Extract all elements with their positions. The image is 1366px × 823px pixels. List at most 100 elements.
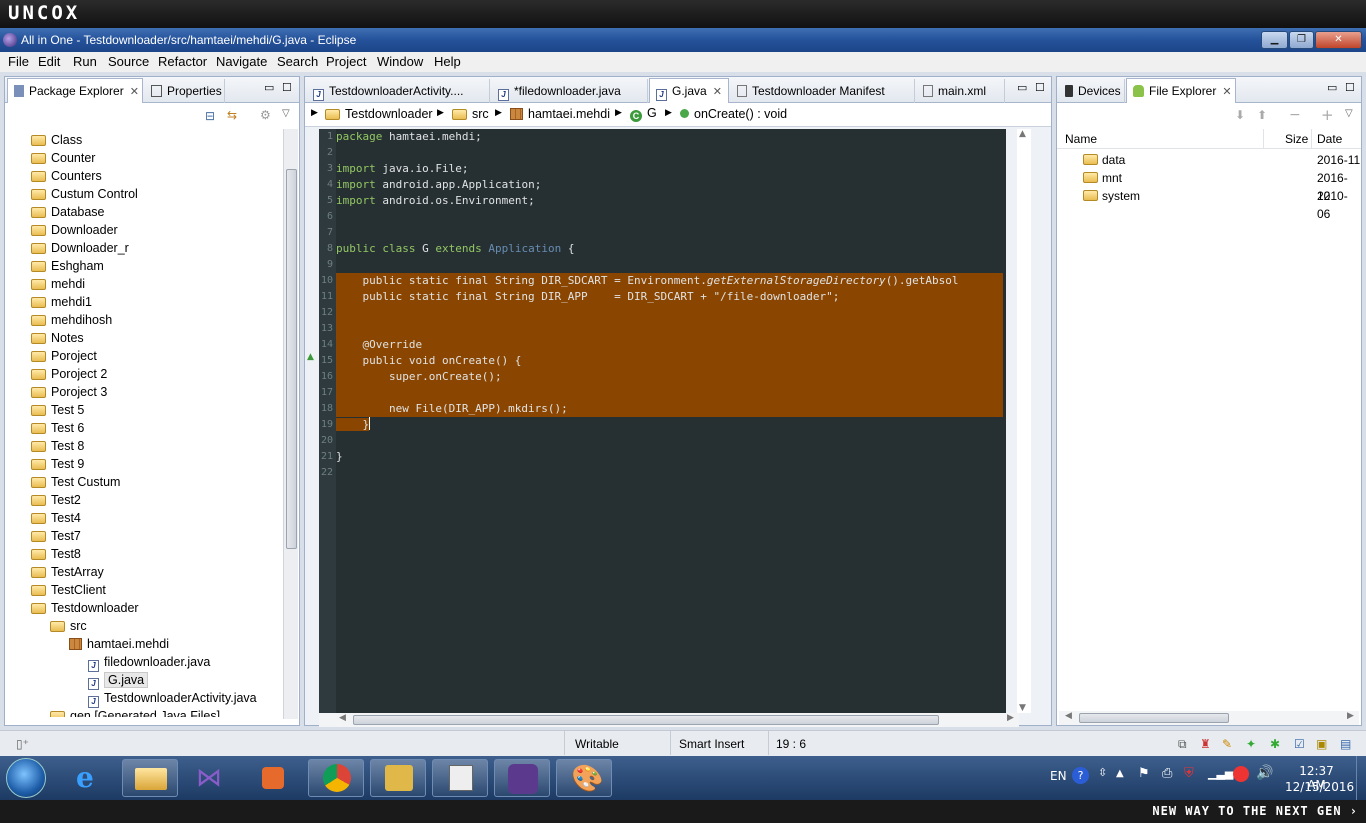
check-icon[interactable]: ☑ <box>1294 737 1305 751</box>
close-icon[interactable]: ✕ <box>713 85 722 98</box>
menu-run[interactable]: Run <box>73 54 97 69</box>
code-line[interactable]: new File(DIR_APP).mkdirs(); <box>336 401 1003 417</box>
volume-icon[interactable]: 🔊 <box>1256 765 1273 781</box>
maximize-button[interactable]: ❐ <box>1289 31 1314 49</box>
code-line[interactable] <box>336 385 1003 401</box>
taskbar-paint[interactable]: 🎨 <box>556 759 612 797</box>
maximize-view-icon[interactable]: ☐ <box>282 81 292 94</box>
tree-item[interactable]: TestArray <box>5 563 281 581</box>
view-menu-icon[interactable]: ⚙ <box>260 108 271 122</box>
scroll-left-icon[interactable]: ◀ <box>1065 711 1072 721</box>
tab-g-java[interactable]: J G.java ✕ <box>649 78 729 103</box>
breadcrumb-src[interactable]: src <box>452 107 489 121</box>
code-line[interactable] <box>336 225 1003 241</box>
tree-item[interactable]: Downloader_r <box>5 239 281 257</box>
minimize-view-icon[interactable]: ▭ <box>1327 81 1337 94</box>
editor-vertical-scrollbar[interactable]: ▲ ▼ <box>1017 129 1031 713</box>
clock-date[interactable]: 12/15/2016 <box>1285 780 1354 794</box>
scroll-thumb[interactable] <box>286 169 297 549</box>
restore-icon[interactable]: ⧉ <box>1178 737 1187 752</box>
android-sdk-icon[interactable]: ✦ <box>1246 737 1256 751</box>
scroll-right-icon[interactable]: ▶ <box>1007 713 1014 723</box>
code-line[interactable]: package hamtaei.mehdi; <box>336 129 1003 145</box>
code-line[interactable]: public static final String DIR_APP = DIR… <box>336 289 1003 305</box>
tree-item[interactable]: Testdownloader <box>5 599 281 617</box>
code-line[interactable] <box>336 433 1003 449</box>
tree-item[interactable]: Test 9 <box>5 455 281 473</box>
left-vertical-scrollbar[interactable] <box>283 129 298 719</box>
column-date[interactable]: Date <box>1317 132 1342 146</box>
taskbar-explorer[interactable] <box>122 759 178 797</box>
show-desktop-button[interactable] <box>1356 756 1366 800</box>
tree-item[interactable]: Test8 <box>5 545 281 563</box>
close-icon[interactable]: ✕ <box>130 85 139 98</box>
tree-item[interactable]: Test2 <box>5 491 281 509</box>
menu-search[interactable]: Search <box>277 54 318 69</box>
scroll-right-icon[interactable]: ▶ <box>1347 711 1354 721</box>
tree-item[interactable]: Poroject <box>5 347 281 365</box>
code-line[interactable]: } <box>336 449 1003 465</box>
tree-item[interactable]: Test 6 <box>5 419 281 437</box>
minimize-view-icon[interactable]: ▭ <box>264 81 274 94</box>
code-line[interactable]: public static final String DIR_SDCART = … <box>336 273 1003 289</box>
tree-item[interactable]: Test4 <box>5 509 281 527</box>
minimize-view-icon[interactable]: ▭ <box>1017 81 1027 94</box>
column-name[interactable]: Name <box>1065 132 1097 146</box>
menu-window[interactable]: Window <box>377 54 423 69</box>
tab-main-xml[interactable]: main.xml <box>917 79 1005 103</box>
menu-source[interactable]: Source <box>108 54 149 69</box>
breadcrumb-method[interactable]: onCreate() : void <box>680 107 787 121</box>
person-icon[interactable]: ♜ <box>1200 737 1211 751</box>
signal-icon[interactable]: ▁▃▅ <box>1208 767 1233 780</box>
menu-file[interactable]: File <box>8 54 29 69</box>
file-row[interactable]: mnt 2016-12 <box>1057 169 1361 203</box>
console-icon[interactable]: ▣ <box>1316 737 1327 751</box>
tree-item[interactable]: J G.java <box>5 671 281 690</box>
taskbar-ie[interactable]: e <box>62 759 118 797</box>
tree-item[interactable]: hamtaei.mehdi <box>5 635 281 653</box>
input-icon[interactable]: ⇳ <box>1098 766 1107 779</box>
file-row[interactable]: data 2016-11 <box>1057 151 1361 169</box>
task-icon[interactable]: ▤ <box>1340 737 1351 751</box>
delete-icon[interactable]: − <box>1289 107 1301 123</box>
tree-item[interactable]: mehdi1 <box>5 293 281 311</box>
bug-icon[interactable]: ✱ <box>1270 737 1280 751</box>
tree-item[interactable]: Poroject 3 <box>5 383 281 401</box>
code-line[interactable]: } <box>336 417 1003 433</box>
tree-item[interactable]: Test Custum <box>5 473 281 491</box>
tab-properties[interactable]: Properties <box>145 79 225 103</box>
tree-item[interactable]: J TestdownloaderActivity.java <box>5 689 281 708</box>
tree-item[interactable]: Notes <box>5 329 281 347</box>
pull-file-icon[interactable]: ⬇ <box>1235 108 1245 122</box>
fast-view-icon[interactable]: ▯⁺ <box>16 737 29 751</box>
maximize-view-icon[interactable]: ☐ <box>1035 81 1045 94</box>
tree-item[interactable]: mehdihosh <box>5 311 281 329</box>
close-button[interactable]: ✕ <box>1315 31 1362 49</box>
taskbar-chrome[interactable] <box>308 759 364 797</box>
tree-item[interactable]: Poroject 2 <box>5 365 281 383</box>
override-marker-icon[interactable]: ▲ <box>307 352 314 362</box>
tree-item[interactable]: Counter <box>5 149 281 167</box>
menu-project[interactable]: Project <box>326 54 366 69</box>
close-icon[interactable]: ✕ <box>1222 85 1231 98</box>
chevron-down-icon[interactable]: ▽ <box>1345 108 1353 119</box>
tree-item[interactable]: Custum Control <box>5 185 281 203</box>
shield-icon[interactable]: ⛨ <box>1184 766 1194 781</box>
breadcrumb-project[interactable]: Testdownloader <box>325 107 433 121</box>
editor-horizontal-scrollbar[interactable]: ◀ ▶ <box>319 713 1019 727</box>
right-horizontal-scrollbar[interactable]: ◀ ▶ <box>1059 711 1359 725</box>
tree-item[interactable]: Test 8 <box>5 437 281 455</box>
tree-item[interactable]: TestClient <box>5 581 281 599</box>
printer-icon[interactable]: ⎙ <box>1162 766 1172 781</box>
tray-expand-icon[interactable]: ▲ <box>1116 768 1124 779</box>
tab-package-explorer[interactable]: Package Explorer ✕ <box>7 78 143 103</box>
taskbar-video-app[interactable] <box>370 759 426 797</box>
tree-item[interactable]: Class <box>5 131 281 149</box>
tree-item[interactable]: mehdi <box>5 275 281 293</box>
tab-filedownloader[interactable]: J *filedownloader.java <box>492 79 648 103</box>
flag-icon[interactable]: ⚑ <box>1138 766 1150 781</box>
antivirus-icon[interactable] <box>1233 766 1249 782</box>
tab-devices[interactable]: Devices <box>1059 79 1125 103</box>
code-line[interactable]: @Override <box>336 337 1003 353</box>
tab-file-explorer[interactable]: File Explorer ✕ <box>1126 78 1236 103</box>
